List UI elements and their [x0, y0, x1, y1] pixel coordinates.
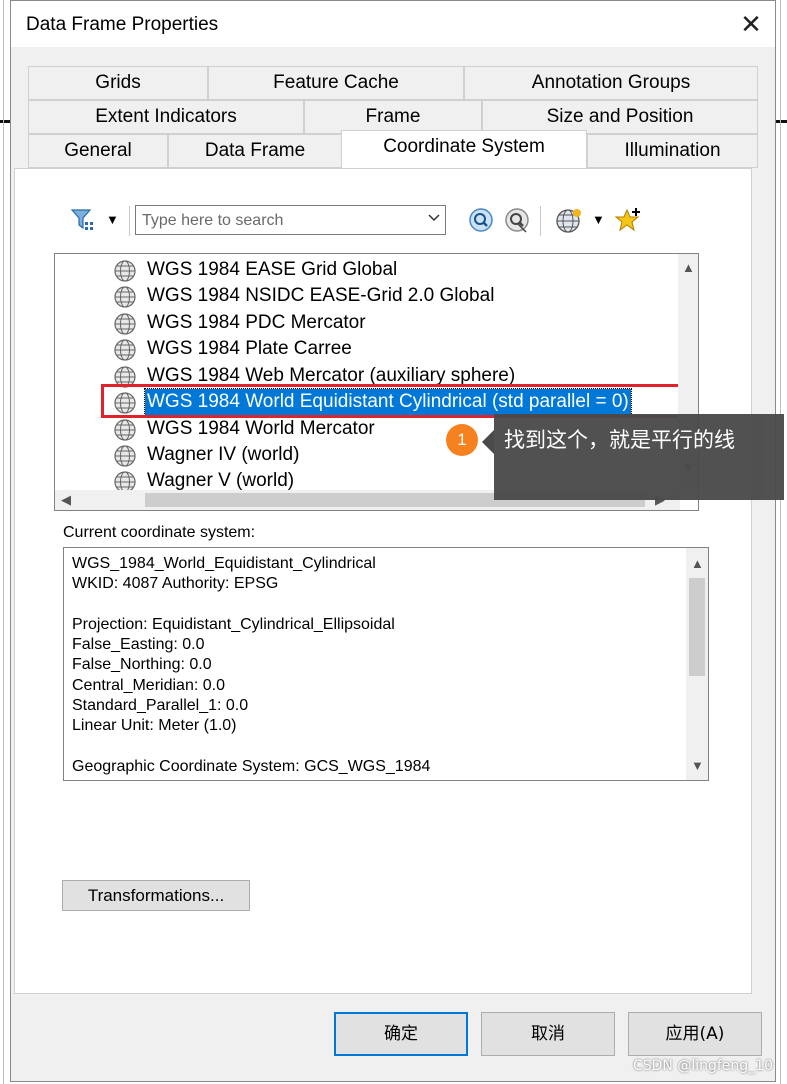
- list-item-label: WGS 1984 World Mercator: [147, 418, 375, 439]
- bg-map-line: [3, 0, 4, 1084]
- callout-note: 找到这个，就是平行的线: [494, 414, 784, 500]
- tab-extent-indicators[interactable]: Extent Indicators: [28, 100, 304, 134]
- filter-dropdown-arrow-icon[interactable]: ▼: [106, 212, 119, 227]
- list-item-label: WGS 1984 NSIDC EASE-Grid 2.0 Global: [147, 285, 495, 306]
- scroll-up-icon[interactable]: ▲: [691, 556, 704, 571]
- detail-line: WKID: 4087 Authority: EPSG: [72, 575, 279, 592]
- scroll-left-icon[interactable]: ◀: [61, 492, 71, 508]
- toolbar-divider: [129, 206, 130, 236]
- list-item-label: Wagner IV (world): [147, 444, 300, 465]
- search-input[interactable]: [140, 207, 414, 235]
- bg-map-line: [780, 0, 781, 1084]
- search-combobox[interactable]: [135, 205, 446, 235]
- bg-map-line: [0, 120, 10, 123]
- transformations-button[interactable]: Transformations...: [62, 880, 250, 911]
- cancel-button[interactable]: 取消: [481, 1012, 615, 1056]
- tab-size-and-position[interactable]: Size and Position: [482, 100, 758, 134]
- tab-grids[interactable]: Grids: [28, 66, 208, 100]
- list-item-label: WGS 1984 Plate Carree: [147, 338, 352, 359]
- scroll-up-icon[interactable]: ▲: [682, 260, 695, 275]
- apply-button[interactable]: 应用(A): [628, 1012, 762, 1056]
- scroll-down-icon[interactable]: ▼: [691, 758, 704, 773]
- callout-pointer: [482, 430, 494, 454]
- detail-line: Standard_Parallel_1: 0.0: [72, 697, 249, 714]
- list-item-label: WGS 1984 EASE Grid Global: [147, 259, 398, 280]
- detail-line: Linear Unit: Meter (1.0): [72, 717, 237, 734]
- detail-line: False_Northing: 0.0: [72, 656, 212, 673]
- chevron-down-icon[interactable]: [427, 210, 441, 227]
- close-button[interactable]: ✕: [733, 7, 769, 41]
- window-title: Data Frame Properties: [26, 14, 219, 35]
- detail-line: False_Easting: 0.0: [72, 636, 205, 653]
- tab-coordinate-system[interactable]: Coordinate System: [341, 130, 587, 168]
- callout-number-badge: 1: [446, 424, 478, 456]
- search-icon[interactable]: [468, 207, 494, 238]
- ok-button[interactable]: 确定: [334, 1012, 468, 1056]
- detail-line: WGS_1984_World_Equidistant_Cylindrical: [72, 555, 376, 572]
- current-cs-label: Current coordinate system:: [63, 524, 256, 541]
- detail-line: Geographic Coordinate System: GCS_WGS_19…: [72, 758, 431, 775]
- list-item-label: WGS 1984 PDC Mercator: [147, 312, 366, 333]
- globe-add-icon[interactable]: [555, 207, 583, 240]
- clear-search-icon[interactable]: [504, 207, 530, 238]
- globe-dropdown-arrow-icon[interactable]: ▼: [592, 212, 605, 227]
- detail-line: Projection: Equidistant_Cylindrical_Elli…: [72, 616, 395, 633]
- bg-map-line: [776, 120, 787, 123]
- watermark-text: CSDN @lingfeng_10: [632, 1058, 773, 1074]
- tab-annotation-groups[interactable]: Annotation Groups: [464, 66, 758, 100]
- filter-icon[interactable]: [70, 206, 98, 239]
- red-highlight-box: [101, 384, 691, 418]
- star-add-icon[interactable]: [614, 206, 642, 239]
- toolbar-divider: [540, 206, 541, 236]
- details-vertical-scrollbar[interactable]: ▲ ▼: [686, 548, 708, 780]
- detail-line: Central_Meridian: 0.0: [72, 677, 225, 694]
- tab-general[interactable]: General: [28, 134, 168, 168]
- current-cs-details[interactable]: WGS_1984_World_Equidistant_Cylindrical W…: [63, 547, 709, 781]
- title-bar: Data Frame Properties ✕: [11, 1, 775, 47]
- tab-feature-cache[interactable]: Feature Cache: [208, 66, 464, 100]
- tab-frame[interactable]: Frame: [304, 100, 482, 134]
- tab-data-frame[interactable]: Data Frame: [168, 134, 342, 168]
- details-scroll-thumb[interactable]: [689, 578, 705, 676]
- tab-illumination[interactable]: Illumination: [587, 134, 758, 168]
